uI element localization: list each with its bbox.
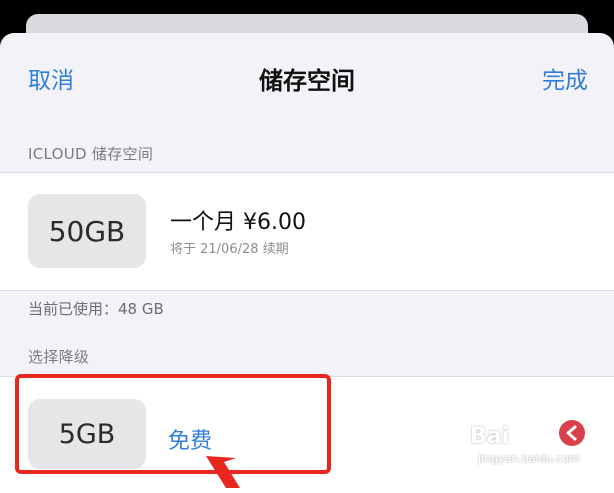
done-button[interactable]: 完成 [542, 61, 588, 95]
downgrade-section-header: 选择降级 [28, 348, 90, 366]
icloud-section-header: ICLOUD 储存空间 [28, 145, 154, 163]
watermark-site: jingyan.baidu.com [478, 452, 580, 465]
current-plan-row[interactable]: 50GB 一个月 ¥6.00 将于 21/06/28 续期 [0, 172, 614, 291]
navigation-bar: 取消 储存空间 完成 [0, 33, 614, 121]
plan-price: 一个月 ¥6.00 [170, 210, 306, 235]
watermark-logo: Bai [470, 424, 510, 449]
pointer-arrow-icon [206, 456, 240, 488]
highlight-box [15, 374, 331, 474]
page-title: 储存空间 [259, 67, 355, 95]
remove-circle-icon[interactable] [559, 420, 585, 446]
usage-note: 当前已使用：48 GB [28, 300, 164, 318]
plan-size-badge: 50GB [28, 194, 146, 268]
plan-renewal-date: 将于 21/06/28 续期 [170, 242, 289, 257]
